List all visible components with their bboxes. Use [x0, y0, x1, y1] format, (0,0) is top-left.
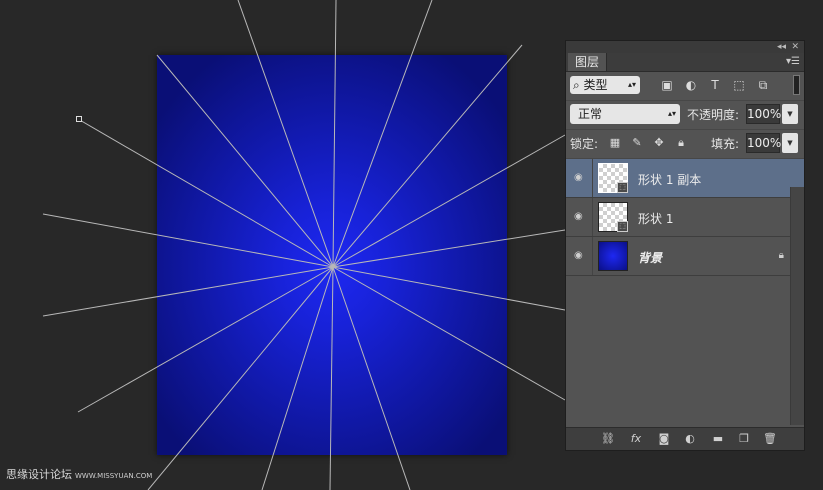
ray-line	[332, 266, 566, 311]
layer-filter-select[interactable]: ⌕ 类型 ▴▾	[570, 76, 640, 94]
lock-all-icon[interactable]: 🔒︎	[674, 136, 688, 150]
shape-filter-icon[interactable]: ⬚	[732, 78, 746, 92]
panel-bottom-toolbar: ⛓ fx ◙ ◐ ▬ ❐ 🗑︎	[566, 427, 804, 450]
vector-shape-icon: ⬚	[617, 221, 628, 232]
ray-line	[332, 0, 433, 268]
blend-mode-select[interactable]: 正常 ▴▾	[570, 104, 680, 124]
new-layer-icon[interactable]: ❐	[736, 432, 752, 446]
panel-tab-row: 图层 ▾☰	[566, 53, 804, 72]
eye-icon[interactable]: ◉	[574, 212, 586, 222]
blend-mode-value: 正常	[578, 107, 603, 121]
add-mask-icon[interactable]: ◙	[656, 432, 672, 446]
eye-icon[interactable]: ◉	[574, 251, 586, 261]
layer-row-shape-1-copy[interactable]: ◉ ⬚ 形状 1 副本	[566, 159, 804, 198]
image-filter-icon[interactable]: ▣	[660, 78, 674, 92]
ray-line	[332, 44, 523, 268]
ray-line	[42, 213, 334, 268]
ray-line	[77, 118, 334, 268]
ray-line	[156, 54, 334, 268]
ray-line	[329, 266, 334, 490]
eye-icon[interactable]: ◉	[574, 173, 586, 183]
layer-thumbnail[interactable]: ⬚	[598, 202, 628, 232]
layer-thumbnail[interactable]	[598, 241, 628, 271]
layer-name[interactable]: 形状 1 副本	[638, 171, 701, 188]
ray-line	[237, 0, 334, 268]
lock-position-icon[interactable]: ✥	[652, 136, 666, 150]
updown-arrow-icon: ▴▾	[627, 80, 636, 89]
ray-line	[147, 266, 334, 490]
close-icon[interactable]: ✕	[791, 41, 799, 53]
panel-menu-icon[interactable]: ▾☰	[786, 56, 800, 67]
lock-transparency-icon[interactable]: ▦	[608, 136, 622, 150]
vector-shape-icon: ⬚	[617, 182, 628, 193]
text-filter-icon[interactable]: T	[708, 78, 722, 92]
updown-arrow-icon: ▴▾	[667, 109, 676, 118]
watermark-text: 思缘设计论坛	[6, 468, 72, 481]
layer-row-background[interactable]: ◉ 背景 🔒︎	[566, 237, 804, 276]
fill-field[interactable]: 100%	[746, 133, 781, 153]
watermark: 思缘设计论坛 WWW.MISSYUAN.COM	[6, 466, 152, 482]
new-group-icon[interactable]: ▬	[710, 432, 726, 446]
layer-row-shape-1[interactable]: ◉ ⬚ 形状 1	[566, 198, 804, 237]
watermark-url: WWW.MISSYUAN.COM	[75, 472, 153, 480]
ray-line	[332, 266, 411, 490]
lock-icon: 🔒︎	[778, 250, 784, 261]
layer-filter-value: 类型	[583, 78, 608, 92]
layer-thumbnail[interactable]: ⬚	[598, 163, 628, 193]
smart-object-filter-icon[interactable]: ⧉	[756, 78, 770, 92]
layers-panel: ◂◂ ✕ 图层 ▾☰ ⌕ 类型 ▴▾ ▣ ◐ T ⬚ ⧉ 正常 ▴▾ 不透明度:…	[565, 40, 805, 451]
lock-brush-icon[interactable]: ✎	[630, 136, 644, 150]
ray-line	[332, 0, 337, 268]
path-anchor-point[interactable]	[76, 116, 82, 122]
search-icon: ⌕	[573, 78, 584, 92]
collapse-icon[interactable]: ◂◂	[777, 41, 786, 53]
filter-toggle-switch[interactable]	[793, 75, 800, 95]
layer-name[interactable]: 背景	[638, 249, 662, 266]
ray-line	[332, 229, 566, 268]
opacity-dropdown-button[interactable]: ▼	[782, 104, 798, 124]
trash-icon[interactable]: 🗑︎	[762, 432, 778, 446]
fx-icon[interactable]: fx	[628, 432, 644, 446]
lock-label: 锁定:	[570, 137, 599, 151]
adjustment-filter-icon[interactable]: ◐	[684, 78, 698, 92]
opacity-field[interactable]: 100%	[746, 104, 781, 124]
panel-title-bar[interactable]: ◂◂ ✕	[566, 41, 804, 53]
layer-name[interactable]: 形状 1	[638, 210, 673, 227]
panel-scrollbar[interactable]	[790, 187, 804, 425]
ray-line	[261, 266, 334, 490]
link-layers-icon[interactable]: ⛓	[600, 432, 616, 446]
ray-line	[332, 266, 566, 401]
opacity-label: 不透明度:	[687, 108, 740, 122]
lock-row: 锁定: ▦ ✎ ✥ 🔒︎ 填充: 100% ▼	[566, 130, 804, 159]
blend-row: 正常 ▴▾ 不透明度: 100% ▼	[566, 101, 804, 130]
adjustment-layer-icon[interactable]: ◐	[682, 432, 698, 446]
ray-line	[332, 134, 566, 268]
filter-row: ⌕ 类型 ▴▾ ▣ ◐ T ⬚ ⧉	[566, 72, 804, 101]
tab-layers[interactable]: 图层	[568, 53, 608, 71]
fill-label: 填充:	[711, 137, 740, 151]
fill-dropdown-button[interactable]: ▼	[782, 133, 798, 153]
